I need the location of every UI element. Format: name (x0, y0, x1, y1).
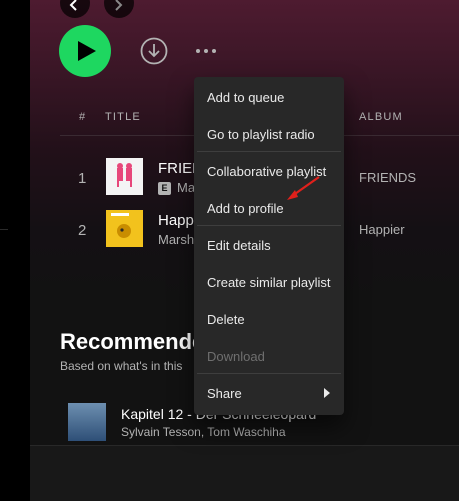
divider (0, 229, 8, 230)
menu-item-add-to-queue[interactable]: Add to queue (207, 90, 284, 105)
column-header-number: # (79, 111, 87, 123)
album-link[interactable]: Happier (359, 222, 405, 237)
menu-divider (197, 225, 341, 226)
submenu-arrow-icon (324, 388, 330, 398)
back-button[interactable] (60, 0, 90, 18)
menu-item-share[interactable]: Share (207, 386, 242, 401)
menu-item-download: Download (207, 349, 265, 364)
track-artist[interactable]: E Ma (158, 180, 195, 195)
menu-item-collaborative-playlist[interactable]: Collaborative playlist (207, 164, 326, 179)
explicit-badge: E (158, 182, 171, 195)
menu-divider (197, 373, 341, 374)
album-cover (106, 158, 143, 195)
column-header-title[interactable]: TITLE (105, 111, 141, 123)
bottom-bar (30, 445, 459, 501)
download-button[interactable] (140, 37, 168, 65)
play-button[interactable] (59, 25, 111, 77)
menu-item-add-to-profile[interactable]: Add to profile (207, 201, 284, 216)
album-link[interactable]: FRIENDS (359, 170, 416, 185)
more-options-icon (204, 49, 208, 53)
more-options-button[interactable] (192, 43, 222, 59)
track-number: 1 (78, 170, 87, 187)
left-sidebar-edge (0, 0, 30, 500)
forward-button[interactable] (104, 0, 134, 18)
menu-divider (197, 151, 341, 152)
column-header-album[interactable]: ALBUM (359, 111, 403, 123)
track-artist[interactable]: Marsh (158, 232, 194, 247)
play-icon (78, 41, 96, 61)
chevron-left-icon (69, 0, 77, 11)
album-cover (106, 210, 143, 247)
download-icon (140, 37, 168, 65)
chevron-right-icon (115, 0, 123, 11)
menu-item-go-to-playlist-radio[interactable]: Go to playlist radio (207, 127, 315, 142)
track-number: 2 (78, 222, 87, 239)
recommended-track-artist[interactable]: Sylvain Tesson, Tom Waschiha (121, 425, 286, 439)
artist-link[interactable]: Ma (177, 180, 195, 195)
more-options-icon (196, 49, 200, 53)
recommended-cover (68, 403, 106, 441)
more-options-icon (212, 49, 216, 53)
recommended-subtitle: Based on what's in this (60, 359, 183, 373)
context-menu: Add to queue Go to playlist radio Collab… (194, 77, 344, 415)
menu-item-delete[interactable]: Delete (207, 312, 245, 327)
menu-item-create-similar-playlist[interactable]: Create similar playlist (207, 275, 331, 290)
menu-item-edit-details[interactable]: Edit details (207, 238, 271, 253)
